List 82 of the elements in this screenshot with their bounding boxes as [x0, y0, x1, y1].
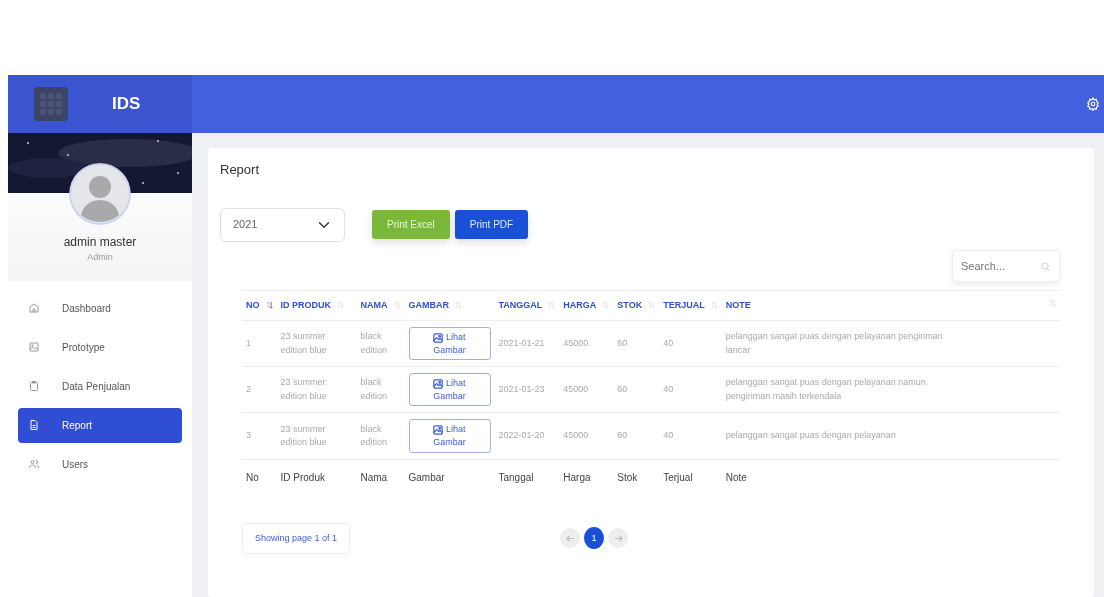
sort-icon [337, 301, 344, 310]
table-cell: black edition [356, 412, 405, 460]
view-image-button[interactable]: Lihat Gambar [408, 327, 491, 361]
image-icon [433, 332, 444, 343]
arrow-left-icon [565, 533, 575, 543]
image-icon [28, 341, 40, 353]
search-field[interactable]: Search... [952, 249, 1060, 282]
column-footer: ID Produk [276, 459, 357, 491]
column-header[interactable]: NO [242, 290, 277, 321]
logo-icon [34, 87, 68, 121]
sidebar-item[interactable]: Prototype [18, 329, 182, 365]
home-icon [28, 302, 40, 314]
sort-icon [710, 301, 718, 310]
table-cell: 2021-01-23 [494, 366, 560, 413]
sort-icon [648, 301, 656, 310]
column-footer: Stok [613, 459, 660, 491]
table-cell: 23 summer edition blue [276, 366, 357, 413]
table-cell: 40 [659, 366, 722, 413]
page-button[interactable]: 1 [584, 527, 605, 550]
column-header[interactable]: NOTE [721, 290, 1060, 321]
sidebar-item[interactable]: Report [18, 407, 182, 443]
table-cell: pelanggan sangat puas dengan pelayanan namun pengiriman masih terkendala [721, 366, 1060, 413]
table-cell: 40 [659, 412, 722, 460]
table-cell: black edition [356, 366, 405, 413]
table-cell: 40 [659, 320, 722, 367]
sort-icon [393, 301, 401, 310]
table-cell: pelanggan sangat puas dengan pelayanan pengiriman lancar [721, 320, 1060, 367]
column-header[interactable]: HARGA [559, 290, 614, 321]
column-footer: Note [721, 459, 1060, 491]
search-icon [1040, 260, 1051, 272]
column-footer: Harga [559, 459, 614, 491]
image-icon [433, 425, 444, 436]
print-pdf-button[interactable]: Print PDF [454, 210, 529, 240]
table-cell: 3 [242, 412, 277, 460]
image-icon [433, 378, 444, 389]
column-footer: Terjual [659, 459, 722, 491]
sidebar-item[interactable]: Data Penjualan [18, 368, 182, 404]
table-cell: 23 summer edition blue [276, 412, 357, 460]
column-footer: Tanggal [494, 459, 560, 491]
table-cell: 45000 [559, 366, 614, 413]
settings-icon[interactable] [1086, 97, 1100, 111]
table-cell: 60 [613, 412, 660, 460]
year-select[interactable]: 2021 [220, 207, 345, 242]
column-footer: Nama [356, 459, 405, 491]
column-header[interactable]: TERJUAL [659, 290, 722, 321]
table-cell: 23 summer edition blue [276, 320, 357, 367]
column-header[interactable]: GAMBAR [404, 290, 495, 321]
sort-icon [265, 301, 273, 310]
sort-icon [1049, 298, 1056, 307]
table-cell: 2 [242, 366, 277, 413]
column-header[interactable]: STOK [613, 290, 660, 321]
sort-icon [455, 301, 462, 310]
document-icon [28, 419, 40, 431]
user-role: Admin [86, 251, 114, 264]
avatar [69, 163, 131, 225]
column-header[interactable]: ID PRODUK [276, 290, 357, 321]
clipboard-icon [28, 380, 40, 392]
column-footer: Gambar [404, 459, 495, 491]
arrow-right-icon [613, 533, 623, 543]
user-name: admin master [62, 234, 138, 251]
table-cell: 45000 [559, 320, 614, 367]
table-cell: black edition [356, 320, 405, 367]
table-cell: 45000 [559, 412, 614, 460]
table-cell: pelanggan sangat puas dengan pelayanan [721, 412, 1060, 460]
column-header[interactable]: TANGGAL [494, 290, 560, 321]
sort-icon [548, 301, 556, 310]
table-cell: 60 [613, 366, 660, 413]
sidebar-item[interactable]: Users [18, 446, 182, 482]
page-title: Report [220, 162, 261, 178]
view-image-button[interactable]: Lihat Gambar [408, 373, 491, 407]
brand-name: IDS [112, 93, 141, 116]
column-footer: No [242, 459, 277, 491]
table-cell: 1 [242, 320, 277, 367]
view-image-button[interactable]: Lihat Gambar [408, 419, 491, 453]
table-cell: 2021-01-21 [494, 320, 560, 367]
sort-icon [602, 301, 610, 310]
sidebar-item[interactable]: Dashboard [18, 290, 182, 326]
table-cell: 60 [613, 320, 660, 367]
column-header[interactable]: NAMA [356, 290, 405, 321]
users-icon [28, 458, 40, 470]
table-cell: 2022-01-20 [494, 412, 560, 460]
page-info: Showing page 1 of 1 [242, 522, 351, 555]
